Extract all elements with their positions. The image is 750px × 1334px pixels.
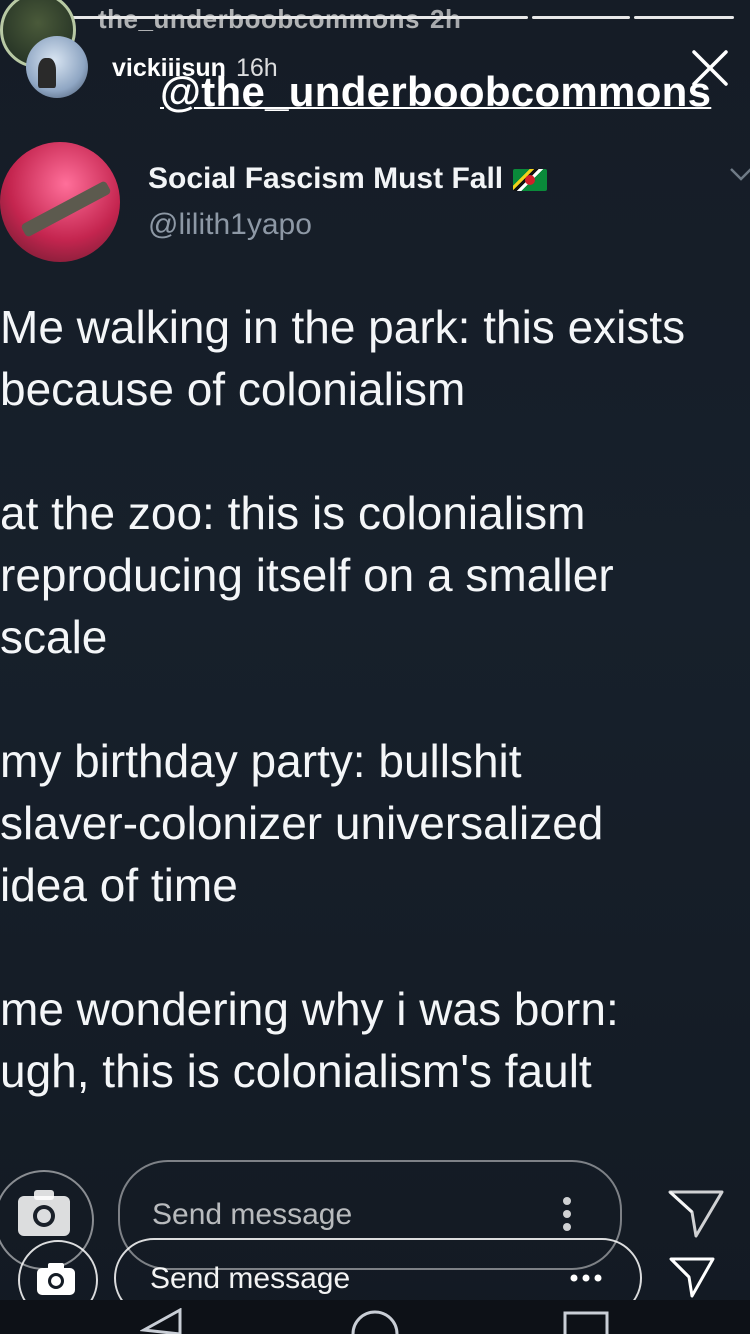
tweet-avatar bbox=[0, 142, 120, 262]
story-progress-bar bbox=[634, 16, 734, 19]
tweet-paragraph: Me walking in the park: this exists beca… bbox=[0, 301, 686, 415]
tweet-display-name-row: Social Fascism Must Fall bbox=[148, 162, 548, 196]
tweet-handle: @lilith1yapo bbox=[148, 208, 312, 241]
story-progress-bar bbox=[532, 16, 630, 19]
tweet-display-name: Social Fascism Must Fall bbox=[148, 162, 504, 195]
ghost-time: 2h bbox=[430, 4, 462, 34]
dominica-flag-icon bbox=[513, 169, 548, 192]
overlay-handle-text: @the_underboobcommons bbox=[160, 68, 712, 115]
more-icon[interactable] bbox=[570, 1274, 602, 1282]
home-icon[interactable] bbox=[350, 1308, 400, 1334]
tweet-paragraph: my birthday party: bullshit slaver-colon… bbox=[0, 735, 604, 911]
camera-icon bbox=[18, 1190, 70, 1236]
ghost-username: the_underboobcommons bbox=[98, 4, 421, 34]
send-icon[interactable] bbox=[668, 1256, 716, 1300]
message-placeholder-ghost: Send message bbox=[152, 1198, 353, 1231]
system-nav-bar bbox=[0, 1300, 750, 1334]
camera-icon[interactable] bbox=[36, 1262, 76, 1296]
message-placeholder: Send message bbox=[150, 1262, 351, 1295]
back-icon[interactable] bbox=[140, 1308, 184, 1334]
ghost-header: the_underboobcommons 2h bbox=[98, 4, 461, 35]
story-avatar[interactable] bbox=[26, 36, 88, 98]
recents-icon[interactable] bbox=[562, 1310, 610, 1334]
send-icon bbox=[668, 1190, 724, 1238]
more-icon bbox=[563, 1197, 571, 1231]
chevron-down-icon bbox=[730, 168, 750, 181]
tweet-paragraph: me wondering why i was born: ugh, this i… bbox=[0, 983, 619, 1097]
tweet-paragraph: at the zoo: this is colonialism reproduc… bbox=[0, 487, 614, 663]
tweet-body: Me walking in the park: this exists beca… bbox=[0, 296, 750, 1164]
